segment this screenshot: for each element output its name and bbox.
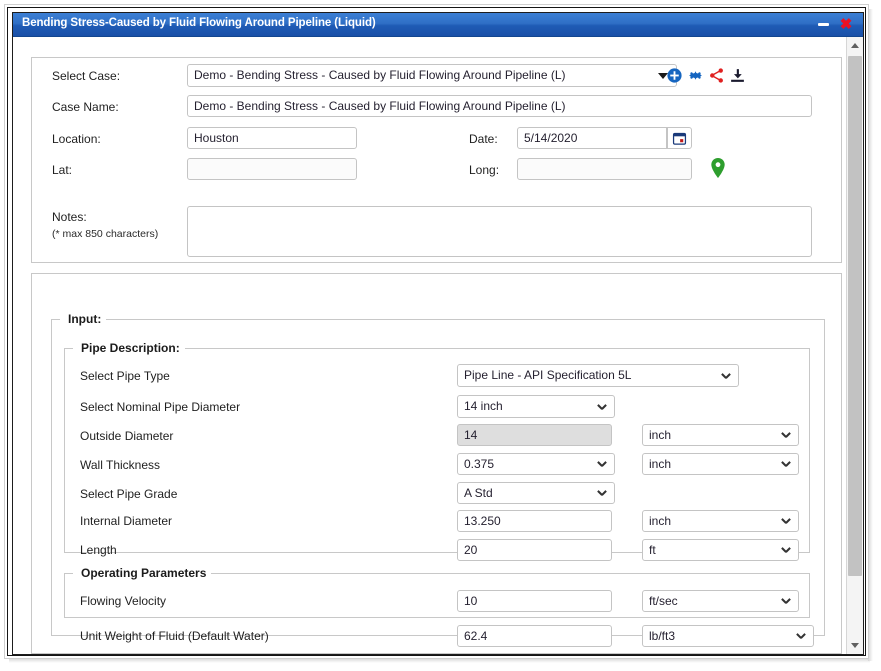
fieldset-rule-left <box>65 348 73 349</box>
chevron-down-icon <box>722 372 731 381</box>
notes-textarea[interactable] <box>187 206 812 257</box>
notes-label: Notes: <box>52 210 87 224</box>
vertical-scrollbar[interactable] <box>846 37 863 654</box>
long-input[interactable] <box>517 158 692 180</box>
select-pipe-type-dropdown[interactable]: Pipe Line - API Specification 5L <box>457 364 739 387</box>
wall-thickness-dropdown[interactable]: 0.375 <box>457 453 615 475</box>
pipe-description-legend: Pipe Description: <box>76 341 185 355</box>
date-input[interactable]: 5/14/2020 <box>517 127 667 149</box>
chevron-down-icon <box>598 403 607 412</box>
calendar-button[interactable] <box>667 127 692 149</box>
flowing-velocity-label: Flowing Velocity <box>80 594 167 608</box>
select-case-label: Select Case: <box>52 69 121 83</box>
chevron-up-icon <box>851 43 859 48</box>
outside-diameter-label: Outside Diameter <box>80 429 174 443</box>
operating-parameters-legend: Operating Parameters <box>76 566 212 580</box>
chevron-down-icon <box>598 460 607 469</box>
select-pipe-type-label: Select Pipe Type <box>80 369 170 383</box>
screen: Bending Stress-Caused by Fluid Flowing A… <box>0 0 881 671</box>
outside-diameter-value: 14 <box>457 424 612 446</box>
select-nominal-pipe-diameter-dropdown[interactable]: 14 inch <box>457 395 615 418</box>
chevron-down-icon <box>598 489 607 498</box>
unit-weight-of-fluid-input[interactable]: 62.4 <box>457 625 612 647</box>
select-case-dropdown[interactable]: Demo - Bending Stress - Caused by Fluid … <box>187 64 677 87</box>
fieldset-rule-right <box>102 319 824 320</box>
chevron-down-icon <box>782 517 791 526</box>
share-icon[interactable] <box>708 67 725 87</box>
location-input[interactable]: Houston <box>187 127 357 149</box>
flowing-velocity-input[interactable]: 10 <box>457 590 612 612</box>
scroll-up-button[interactable] <box>847 37 863 54</box>
case-name-label: Case Name: <box>52 100 119 114</box>
download-icon[interactable] <box>729 67 746 87</box>
unit-weight-of-fluid-unit-dropdown[interactable]: lb/ft3 <box>642 625 814 647</box>
length-label: Length <box>80 543 117 557</box>
select-nominal-pipe-diameter-label: Select Nominal Pipe Diameter <box>80 400 241 414</box>
select-pipe-grade-label: Select Pipe Grade <box>80 487 178 501</box>
fieldset-rule-right <box>201 573 809 574</box>
unit-weight-of-fluid-label: Unit Weight of Fluid (Default Water) <box>80 629 269 643</box>
wall-thickness-unit-dropdown[interactable]: inch <box>642 453 799 475</box>
internal-diameter-input[interactable]: 13.250 <box>457 510 612 532</box>
add-case-icon[interactable] <box>666 67 683 87</box>
chevron-down-icon <box>782 431 791 440</box>
chevron-down-icon <box>782 546 791 555</box>
internal-diameter-label: Internal Diameter <box>80 514 173 528</box>
scroll-down-button[interactable] <box>847 637 863 654</box>
chevron-down-icon <box>782 597 791 606</box>
minimize-button[interactable] <box>818 23 829 26</box>
fieldset-rule-right <box>185 348 809 349</box>
input-panel: Input: Pipe Description: Select Pipe Typ… <box>31 273 842 654</box>
close-button[interactable]: ✖ <box>838 17 854 33</box>
length-input[interactable]: 20 <box>457 539 612 561</box>
select-pipe-grade-dropdown[interactable]: A Std <box>457 482 615 504</box>
scrollbar-thumb[interactable] <box>848 56 862 576</box>
title-bar: Bending Stress-Caused by Fluid Flowing A… <box>13 13 863 37</box>
flowing-velocity-unit-dropdown[interactable]: ft/sec <box>642 590 799 612</box>
wall-thickness-label: Wall Thickness <box>80 458 161 472</box>
chevron-down-icon <box>797 632 806 641</box>
fieldset-rule-left <box>65 573 73 574</box>
lat-input[interactable] <box>187 158 357 180</box>
chevron-down-icon <box>782 460 791 469</box>
notes-hint: (* max 850 characters) <box>52 228 159 240</box>
window-title: Bending Stress-Caused by Fluid Flowing A… <box>22 17 376 29</box>
settings-gear-icon[interactable] <box>687 67 704 87</box>
map-pin-icon[interactable] <box>710 158 726 181</box>
case-name-input[interactable]: Demo - Bending Stress - Caused by Fluid … <box>187 95 812 117</box>
fieldset-rule-left <box>52 319 60 320</box>
internal-diameter-unit-dropdown[interactable]: inch <box>642 510 799 532</box>
application-window: Bending Stress-Caused by Fluid Flowing A… <box>12 12 864 655</box>
lat-label: Lat: <box>52 163 73 177</box>
long-label: Long: <box>469 163 500 177</box>
client-area: Select Case: Demo - Bending Stress - Cau… <box>13 37 863 654</box>
outside-diameter-unit-dropdown[interactable]: inch <box>642 424 799 446</box>
input-fieldset-legend: Input: <box>63 312 107 326</box>
date-label: Date: <box>469 132 498 146</box>
chevron-down-icon <box>851 643 859 648</box>
length-unit-dropdown[interactable]: ft <box>642 539 799 561</box>
location-label: Location: <box>52 132 101 146</box>
case-header-panel: Select Case: Demo - Bending Stress - Cau… <box>31 57 842 263</box>
